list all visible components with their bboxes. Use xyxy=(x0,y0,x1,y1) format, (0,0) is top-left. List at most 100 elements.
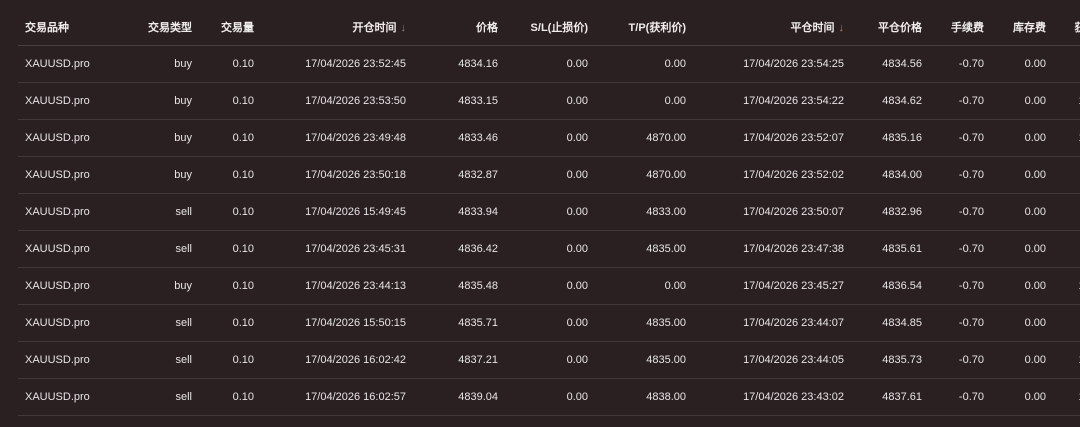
cell-close-price: 4834.62 xyxy=(850,82,928,120)
trade-history-table: 交易品种 交易类型 交易量 开仓时间 ↓ 价格 S/L(止损价) T/P(获利价) 平仓时间 ↓ 平… xyxy=(18,8,1080,416)
cell-close-price: 4834.00 xyxy=(850,156,928,194)
cell-tp: 0.00 xyxy=(594,82,692,120)
cell-type: sell xyxy=(114,193,198,231)
table-row[interactable]: XAUUSD.pro buy 0.10 17/04/2026 23:44:13 4835… xyxy=(18,267,1080,305)
column-header-symbol[interactable]: 交易品种 xyxy=(18,8,114,46)
cell-tp: 4833.00 xyxy=(594,193,692,231)
cell-type: sell xyxy=(114,378,198,416)
cell-open-time: 17/04/2026 15:49:45 xyxy=(260,193,412,231)
cell-close-price: 4832.96 xyxy=(850,193,928,231)
table-header-row: 交易品种 交易类型 交易量 开仓时间 ↓ 价格 S/L(止损价) T/P(获利价) 平仓时间 ↓ 平… xyxy=(18,8,1080,46)
cell-open-time: 17/04/2026 16:02:42 xyxy=(260,341,412,379)
cell-symbol: XAUUSD.pro xyxy=(18,378,114,416)
column-header-tp[interactable]: T/P(获利价) xyxy=(594,8,692,46)
cell-symbol: XAUUSD.pro xyxy=(18,45,114,83)
cell-close-price: 4834.56 xyxy=(850,45,928,83)
cell-open-time: 17/04/2026 23:53:50 xyxy=(260,82,412,120)
down-arrow-icon[interactable]: ↓ xyxy=(401,22,407,34)
cell-close-time: 17/04/2026 23:44:05 xyxy=(692,341,850,379)
cell-profit: 4.00 xyxy=(1052,45,1080,83)
cell-tp: 0.00 xyxy=(594,45,692,83)
cell-close-time: 17/04/2026 23:52:07 xyxy=(692,119,850,157)
column-header-price[interactable]: 价格 xyxy=(412,8,504,46)
cell-volume: 0.10 xyxy=(198,378,260,416)
table-row[interactable]: XAUUSD.pro buy 0.10 17/04/2026 23:52:45 4834… xyxy=(18,45,1080,83)
column-header-open-time[interactable]: 开仓时间 ↓ xyxy=(260,8,412,46)
cell-price: 4837.21 xyxy=(412,341,504,379)
cell-profit: 9.80 xyxy=(1052,193,1080,231)
column-header-close-time[interactable]: 平仓时间 ↓ xyxy=(692,8,850,46)
column-header-sl[interactable]: S/L(止损价) xyxy=(504,8,594,46)
cell-swap: 0.00 xyxy=(990,193,1052,231)
cell-open-time: 17/04/2026 23:49:48 xyxy=(260,119,412,157)
cell-type: buy xyxy=(114,45,198,83)
column-header-label: S/L(止损价) xyxy=(530,21,588,34)
table-row[interactable]: XAUUSD.pro buy 0.10 17/04/2026 23:53:50 4833… xyxy=(18,82,1080,120)
cell-open-time: 17/04/2026 15:50:15 xyxy=(260,304,412,342)
cell-swap: 0.00 xyxy=(990,119,1052,157)
column-header-close-price[interactable]: 平仓价格 xyxy=(850,8,928,46)
cell-type: sell xyxy=(114,304,198,342)
cell-tp: 4870.00 xyxy=(594,156,692,194)
cell-sl: 0.00 xyxy=(504,378,594,416)
column-header-volume[interactable]: 交易量 xyxy=(198,8,260,46)
cell-type: buy xyxy=(114,82,198,120)
cell-volume: 0.10 xyxy=(198,304,260,342)
column-header-label: T/P(获利价) xyxy=(628,21,686,34)
cell-sl: 0.00 xyxy=(504,267,594,305)
table-row[interactable]: XAUUSD.pro sell 0.10 17/04/2026 16:02:42 483… xyxy=(18,341,1080,379)
cell-type: sell xyxy=(114,230,198,268)
table-body: XAUUSD.pro buy 0.10 17/04/2026 23:52:45 4834… xyxy=(18,45,1080,416)
cell-profit: 11.30 xyxy=(1052,156,1080,194)
cell-open-time: 17/04/2026 16:02:57 xyxy=(260,378,412,416)
column-header-label: 库存费 xyxy=(1013,21,1046,34)
table-row[interactable]: XAUUSD.pro sell 0.10 17/04/2026 23:45:31 483… xyxy=(18,230,1080,268)
cell-symbol: XAUUSD.pro xyxy=(18,119,114,157)
cell-volume: 0.10 xyxy=(198,193,260,231)
cell-sl: 0.00 xyxy=(504,193,594,231)
cell-symbol: XAUUSD.pro xyxy=(18,304,114,342)
column-header-label: 获利 xyxy=(1075,22,1080,34)
table-row[interactable]: XAUUSD.pro buy 0.10 17/04/2026 23:49:48 4833… xyxy=(18,119,1080,157)
cell-profit: 10.60 xyxy=(1052,267,1080,305)
column-header-label: 交易类型 xyxy=(148,21,192,34)
cell-type: sell xyxy=(114,341,198,379)
column-header-label: 价格 xyxy=(476,21,498,34)
cell-volume: 0.10 xyxy=(198,156,260,194)
cell-price: 4835.48 xyxy=(412,267,504,305)
cell-close-time: 17/04/2026 23:45:27 xyxy=(692,267,850,305)
cell-open-time: 17/04/2026 23:50:18 xyxy=(260,156,412,194)
column-header-label: 开仓时间 xyxy=(352,21,397,34)
cell-commission: -0.70 xyxy=(928,341,990,379)
cell-close-price: 4835.73 xyxy=(850,341,928,379)
cell-volume: 0.10 xyxy=(198,230,260,268)
table-row[interactable]: XAUUSD.pro sell 0.10 17/04/2026 16:02:57 483… xyxy=(18,378,1080,416)
down-arrow-icon[interactable]: ↓ xyxy=(839,22,845,34)
cell-tp: 4870.00 xyxy=(594,119,692,157)
column-header-commission[interactable]: 手续费 xyxy=(928,8,990,46)
table-row[interactable]: XAUUSD.pro sell 0.10 17/04/2026 15:50:15 483… xyxy=(18,304,1080,342)
cell-close-time: 17/04/2026 23:52:02 xyxy=(692,156,850,194)
column-header-type[interactable]: 交易类型 xyxy=(114,8,198,46)
cell-open-time: 17/04/2026 23:44:13 xyxy=(260,267,412,305)
cell-swap: 0.00 xyxy=(990,267,1052,305)
column-header-profit[interactable]: 获利↓ xyxy=(1052,8,1080,46)
cell-sl: 0.00 xyxy=(504,304,594,342)
cell-volume: 0.10 xyxy=(198,267,260,305)
cell-profit: 14.80 xyxy=(1052,341,1080,379)
cell-swap: 0.00 xyxy=(990,341,1052,379)
cell-volume: 0.10 xyxy=(198,119,260,157)
table-row[interactable]: XAUUSD.pro buy 0.10 17/04/2026 23:50:18 4832… xyxy=(18,156,1080,194)
trade-history-panel: 交易品种 交易类型 交易量 开仓时间 ↓ 价格 S/L(止损价) T/P(获利价) 平仓时间 ↓ 平… xyxy=(18,8,1080,416)
cell-symbol: XAUUSD.pro xyxy=(18,230,114,268)
cell-tp: 4838.00 xyxy=(594,378,692,416)
cell-sl: 0.00 xyxy=(504,156,594,194)
table-row[interactable]: XAUUSD.pro sell 0.10 17/04/2026 15:49:45 483… xyxy=(18,193,1080,231)
cell-type: buy xyxy=(114,156,198,194)
cell-close-time: 17/04/2026 23:54:22 xyxy=(692,82,850,120)
cell-close-price: 4837.61 xyxy=(850,378,928,416)
cell-close-price: 4835.16 xyxy=(850,119,928,157)
cell-price: 4834.16 xyxy=(412,45,504,83)
cell-volume: 0.10 xyxy=(198,82,260,120)
column-header-swap[interactable]: 库存费 xyxy=(990,8,1052,46)
